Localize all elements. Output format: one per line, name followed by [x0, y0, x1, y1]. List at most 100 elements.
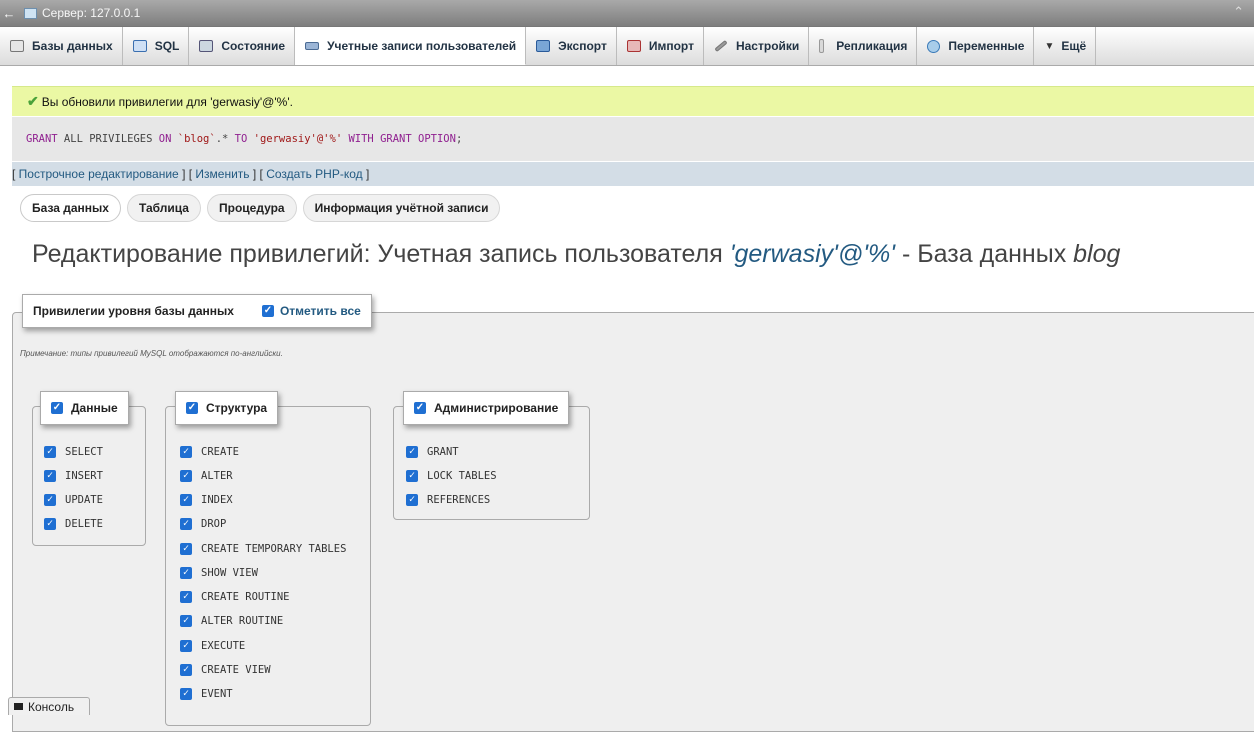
privilege-create-routine[interactable]: ✓ CREATE ROUTINE	[180, 591, 290, 603]
console-button[interactable]: Консоль	[8, 697, 90, 715]
console-icon	[14, 703, 23, 710]
top-navigation: Базы данных SQL Состояние Учетные записи…	[0, 27, 1254, 66]
privilege-label: REFERENCES	[427, 494, 491, 506]
tab-status[interactable]: Состояние	[189, 27, 296, 65]
bracket: ] [	[249, 167, 267, 181]
privilege-label: ALTER ROUTINE	[201, 615, 284, 627]
sql-query: GRANT ALL PRIVILEGES ON `blog` .* TO 'ger…	[12, 117, 1254, 161]
privilege-label: CREATE	[201, 446, 239, 458]
privilege-references[interactable]: ✓ REFERENCES	[406, 494, 490, 506]
create-php-link[interactable]: Создать PHP-код	[266, 167, 362, 181]
tab-sql[interactable]: SQL	[123, 27, 190, 65]
privilege-checkbox[interactable]: ✓	[180, 640, 192, 652]
collapse-icon[interactable]: ⌃	[1233, 4, 1244, 20]
bracket: [	[12, 167, 19, 181]
success-text: Вы обновили привилегии для 'gerwasiy'@'%…	[41, 94, 293, 109]
privilege-label: SELECT	[65, 446, 103, 458]
privilege-label: EXECUTE	[201, 640, 246, 652]
tab-replication[interactable]: Репликация	[809, 27, 918, 65]
privilege-show-view[interactable]: ✓ SHOW VIEW	[180, 567, 258, 579]
privilege-create-view[interactable]: ✓ CREATE VIEW	[180, 664, 271, 676]
privilege-alter-routine[interactable]: ✓ ALTER ROUTINE	[180, 615, 283, 627]
structure-group-label: Структура	[206, 401, 268, 415]
privilege-checkbox[interactable]: ✓	[180, 470, 192, 482]
privilege-checkbox[interactable]: ✓	[44, 446, 56, 458]
privilege-lock-tables[interactable]: ✓ LOCK TABLES	[406, 470, 497, 482]
server-breadcrumb[interactable]: Сервер: 127.0.0.1	[24, 6, 140, 20]
privilege-checkbox[interactable]: ✓	[180, 543, 192, 555]
privilege-event[interactable]: ✓ EVENT	[180, 688, 233, 700]
tab-label: Ещё	[1061, 39, 1087, 53]
tab-settings[interactable]: Настройки	[704, 27, 810, 65]
import-icon	[626, 40, 641, 52]
privilege-create-temporary-tables[interactable]: ✓ CREATE TEMPORARY TABLES	[180, 543, 346, 555]
title-db: blog	[1073, 240, 1121, 268]
tab-user-accounts[interactable]: Учетные записи пользователей	[295, 27, 527, 65]
subtab-database[interactable]: База данных	[20, 194, 121, 222]
privilege-checkbox[interactable]: ✓	[180, 494, 192, 506]
success-message: ✔ Вы обновили привилегии для 'gerwasiy'@…	[12, 86, 1254, 116]
select-all-checkbox[interactable]: ✓	[261, 305, 274, 317]
server-bar: ← Сервер: 127.0.0.1 ⌃	[0, 0, 1254, 27]
tab-more[interactable]: ▼ Ещё	[1034, 27, 1097, 65]
edit-link[interactable]: Изменить	[195, 167, 249, 181]
privilege-index[interactable]: ✓ INDEX	[180, 494, 233, 506]
privilege-checkbox[interactable]: ✓	[180, 615, 192, 627]
sub-tabs: База данных Таблица Процедура Информация…	[20, 194, 501, 222]
select-all-label[interactable]: Отметить все	[280, 304, 361, 318]
privilege-checkbox[interactable]: ✓	[406, 470, 418, 482]
sql-icon	[132, 40, 147, 52]
privileges-legend: Привилегии уровня базы данных ✓ Отметить…	[22, 294, 372, 328]
sql-text: ALL PRIVILEGES	[57, 133, 159, 145]
privilege-label: DELETE	[65, 518, 103, 530]
structure-group-checkbox[interactable]: ✓	[186, 402, 198, 414]
privilege-checkbox[interactable]: ✓	[406, 446, 418, 458]
privilege-insert[interactable]: ✓ INSERT	[44, 470, 103, 482]
privilege-label: INSERT	[65, 470, 103, 482]
privilege-checkbox[interactable]: ✓	[180, 591, 192, 603]
privilege-update[interactable]: ✓ UPDATE	[44, 494, 103, 506]
subtab-routine[interactable]: Процедура	[206, 194, 297, 222]
privilege-checkbox[interactable]: ✓	[44, 518, 56, 530]
privilege-grant[interactable]: ✓ GRANT	[406, 446, 459, 458]
administration-group-checkbox[interactable]: ✓	[414, 402, 426, 414]
privilege-delete[interactable]: ✓ DELETE	[44, 518, 103, 530]
privilege-label: ALTER	[201, 470, 233, 482]
data-group-label: Данные	[71, 401, 118, 415]
privilege-alter[interactable]: ✓ ALTER	[180, 470, 233, 482]
tab-label: Репликация	[836, 39, 908, 53]
inline-edit-link[interactable]: Построчное редактирование	[19, 167, 179, 181]
tab-label: SQL	[154, 39, 180, 53]
privilege-label: EVENT	[201, 688, 233, 700]
privilege-checkbox[interactable]: ✓	[44, 494, 56, 506]
back-arrow-icon[interactable]: ←	[0, 0, 18, 26]
privilege-checkbox[interactable]: ✓	[180, 518, 192, 530]
privilege-checkbox[interactable]: ✓	[180, 664, 192, 676]
subtab-table[interactable]: Таблица	[126, 194, 201, 222]
privilege-label: DROP	[201, 518, 227, 530]
tab-export[interactable]: Экспорт	[526, 27, 617, 65]
privileges-legend-text: Привилегии уровня базы данных	[33, 304, 234, 318]
status-icon	[199, 40, 214, 52]
data-group-checkbox[interactable]: ✓	[51, 402, 63, 414]
tab-variables[interactable]: Переменные	[917, 27, 1035, 65]
tab-databases[interactable]: Базы данных	[0, 27, 123, 65]
privilege-execute[interactable]: ✓ EXECUTE	[180, 640, 245, 652]
checkmark-icon: ✔	[27, 93, 39, 109]
privilege-select[interactable]: ✓ SELECT	[44, 446, 103, 458]
sql-keyword: GRANT	[26, 133, 58, 145]
title-prefix: Редактирование привилегий: Учетная запис…	[32, 240, 730, 268]
privilege-label: INDEX	[201, 494, 233, 506]
title-user: 'gerwasiy'@'%'	[729, 240, 896, 268]
privilege-drop[interactable]: ✓ DROP	[180, 518, 226, 530]
privilege-checkbox[interactable]: ✓	[44, 470, 56, 482]
privilege-checkbox[interactable]: ✓	[180, 688, 192, 700]
administration-group-legend: ✓ Администрирование	[403, 391, 570, 425]
privilege-label: CREATE TEMPORARY TABLES	[201, 543, 347, 555]
tab-import[interactable]: Импорт	[617, 27, 704, 65]
privilege-checkbox[interactable]: ✓	[406, 494, 418, 506]
privilege-checkbox[interactable]: ✓	[180, 446, 192, 458]
privilege-create[interactable]: ✓ CREATE	[180, 446, 239, 458]
privilege-checkbox[interactable]: ✓	[180, 567, 192, 579]
subtab-login-info[interactable]: Информация учётной записи	[302, 194, 501, 222]
